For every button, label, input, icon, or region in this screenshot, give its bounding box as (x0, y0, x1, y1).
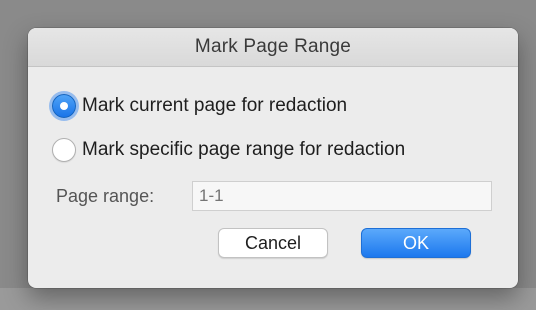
radio-unchecked-icon[interactable] (52, 138, 76, 162)
option-mark-specific-range[interactable]: Mark specific page range for redaction (52, 138, 405, 162)
option-mark-current-page-label[interactable]: Mark current page for redaction (82, 95, 347, 117)
page-range-label: Page range: (56, 185, 155, 206)
backdrop (0, 288, 536, 310)
page-range-input[interactable] (192, 181, 492, 211)
mark-page-range-dialog: Mark Page Range Mark current page for re… (28, 28, 518, 288)
dialog-title: Mark Page Range (194, 36, 352, 57)
option-mark-specific-range-label[interactable]: Mark specific page range for redaction (82, 139, 405, 161)
cancel-button[interactable]: Cancel (218, 228, 328, 258)
ok-button[interactable]: OK (361, 228, 471, 258)
radio-checked-icon[interactable] (52, 94, 76, 118)
radio-dot (60, 102, 68, 110)
option-mark-current-page[interactable]: Mark current page for redaction (52, 94, 347, 118)
page-range-row: Page range: (56, 181, 492, 211)
dialog-titlebar: Mark Page Range (28, 28, 518, 67)
